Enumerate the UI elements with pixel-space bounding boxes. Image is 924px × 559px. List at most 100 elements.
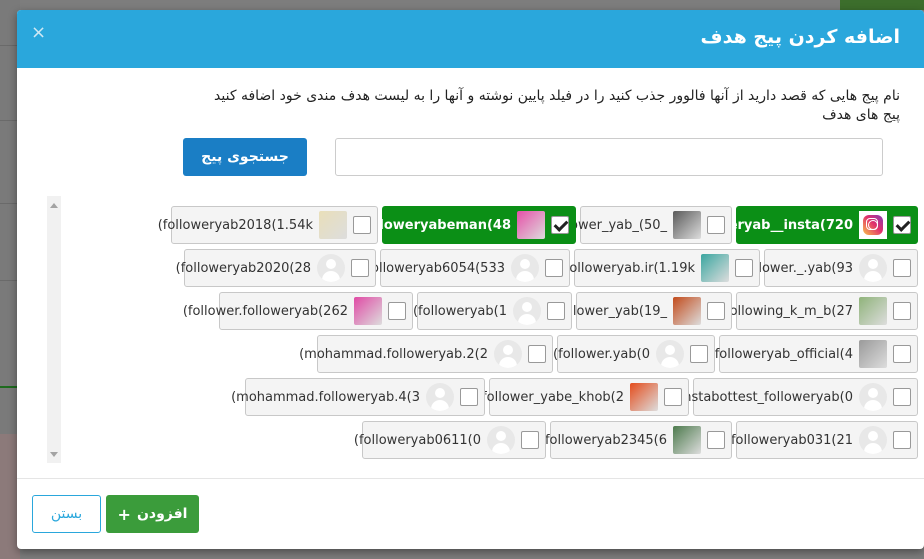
page-row: (followeryab031(21 (followeryab2345(6 (fol… <box>85 421 918 461</box>
page-checkbox[interactable] <box>735 259 753 277</box>
page-checkbox[interactable] <box>547 302 565 320</box>
avatar-placeholder-icon <box>426 383 454 411</box>
page-checkbox[interactable] <box>351 259 369 277</box>
scroll-down-arrow-icon[interactable] <box>50 452 58 457</box>
page-checkbox[interactable] <box>893 216 911 234</box>
page-name-label: (followeryab_official(4 <box>709 346 853 362</box>
page-checkbox[interactable] <box>353 216 371 234</box>
close-button[interactable]: بستن <box>32 495 101 533</box>
avatar-placeholder-icon <box>494 340 522 368</box>
avatar-placeholder-icon <box>656 340 684 368</box>
modal-title: اضافه کردن پیج هدف <box>700 26 900 48</box>
target-page-item[interactable]: (followeryab2345(6 <box>540 421 732 459</box>
avatar-placeholder-icon <box>859 426 887 454</box>
profile-image <box>517 211 545 239</box>
target-pages-list: (followeryab__insta(720 (follower_yab_(50… <box>47 196 918 464</box>
target-page-item[interactable]: (mohammad.followeryab.2(2 <box>299 335 553 373</box>
plus-icon: + <box>117 504 131 524</box>
profile-image <box>859 297 887 325</box>
page-checkbox[interactable] <box>707 216 725 234</box>
page-checkbox[interactable] <box>545 259 563 277</box>
scroll-up-arrow-icon[interactable] <box>50 203 58 208</box>
target-page-item[interactable]: (followeryab0611(0 <box>354 421 546 459</box>
target-page-item[interactable]: (follower.yab(0 <box>553 335 715 373</box>
page-search-input[interactable] <box>335 138 883 176</box>
avatar-placeholder-icon <box>859 254 887 282</box>
page-checkbox[interactable] <box>893 431 911 449</box>
search-page-button[interactable]: جستجوی پیج <box>183 138 307 176</box>
page-name-label: (follower.followeryab(262 <box>182 303 348 319</box>
page-checkbox[interactable] <box>707 431 725 449</box>
page-row: (followeryab_official(4 (follower.yab(0 (m… <box>85 335 918 375</box>
profile-image <box>354 297 382 325</box>
profile-image <box>673 426 701 454</box>
page-name-label: (followeryab2020(28 <box>175 260 311 276</box>
page-name-label: (followeryab0611(0 <box>353 432 481 448</box>
page-checkbox[interactable] <box>521 431 539 449</box>
target-page-item[interactable]: (mohammad.followeryab.4(3 <box>231 378 485 416</box>
profile-image <box>319 211 347 239</box>
target-page-item[interactable]: (follower_yabe_khob(2 <box>477 378 689 416</box>
target-page-item[interactable]: (follower_yab_(50_ <box>545 206 732 244</box>
add-target-page-modal: اضافه کردن پیج هدف × نام پیج هایی که قصد… <box>17 10 924 549</box>
page-row: (followeryab__insta(720 (follower_yab_(50… <box>85 206 918 246</box>
page-checkbox[interactable] <box>893 388 911 406</box>
target-page-item[interactable]: (follower_yab(19_ <box>552 292 732 330</box>
target-page-item[interactable]: (follower.followeryab(262 <box>183 292 413 330</box>
profile-image <box>859 340 887 368</box>
target-page-item[interactable]: (followeryab(1 <box>413 292 572 330</box>
page-name-label: (follower_yabe_khob(2 <box>477 389 624 405</box>
page-name-label: (mohammad.followeryab.4(3 <box>231 389 420 405</box>
profile-image <box>630 383 658 411</box>
page-row: (following_k_m_b(27 (follower_yab(19_ (fol… <box>85 292 918 332</box>
page-name-label: (following_k_m_b(27 <box>719 303 853 319</box>
target-page-item[interactable]: (followeryab_official(4 <box>710 335 918 373</box>
page-name-label: (followeryab2018(1.54k <box>157 217 313 233</box>
page-name-label: (followeryab2345(6 <box>539 432 667 448</box>
page-row: (follower._.yab(93 (followeryab.ir(1.19k (… <box>85 249 918 289</box>
close-icon[interactable]: × <box>31 22 46 43</box>
profile-image <box>701 254 729 282</box>
page-checkbox[interactable] <box>460 388 478 406</box>
target-page-item[interactable]: (follower._.yab(93 <box>737 249 918 287</box>
page-name-label: (followeryab031(21 <box>725 432 853 448</box>
avatar-placeholder-icon <box>513 297 541 325</box>
profile-image <box>673 211 701 239</box>
page-name-label: (instabottest_followeryab(0 <box>674 389 853 405</box>
instagram-logo-icon <box>859 211 887 239</box>
page-name-label: (followeryab6054(533 <box>361 260 505 276</box>
page-name-label: (followeryab.ir(1.19k <box>559 260 695 276</box>
avatar-placeholder-icon <box>317 254 345 282</box>
target-page-item[interactable]: (followeryab__insta(720 <box>678 206 918 244</box>
target-page-item[interactable]: (followeryab6054(533 <box>361 249 570 287</box>
target-page-item[interactable]: (instabottest_followeryab(0 <box>675 378 918 416</box>
add-button-label: افزودن <box>136 506 188 522</box>
list-scrollbar[interactable] <box>47 196 61 463</box>
targets-label: پیج های هدف <box>822 107 900 123</box>
instruction-text: نام پیج هایی که قصد دارید از آنها فالوور… <box>214 88 900 104</box>
page-checkbox[interactable] <box>893 345 911 363</box>
target-page-item[interactable]: (followeryab.ir(1.19k <box>560 249 760 287</box>
avatar-placeholder-icon <box>511 254 539 282</box>
page-checkbox[interactable] <box>707 302 725 320</box>
page-checkbox[interactable] <box>893 302 911 320</box>
page-checkbox[interactable] <box>528 345 546 363</box>
page-checkbox[interactable] <box>664 388 682 406</box>
page-checkbox[interactable] <box>893 259 911 277</box>
profile-image <box>673 297 701 325</box>
page-checkbox[interactable] <box>551 216 569 234</box>
avatar-placeholder-icon <box>859 383 887 411</box>
page-row: (instabottest_followeryab(0 (follower_yab… <box>85 378 918 418</box>
target-page-item[interactable]: (followeryabeman(48 <box>354 206 576 244</box>
page-name-label: (followeryab(1 <box>412 303 507 319</box>
page-checkbox[interactable] <box>690 345 708 363</box>
page-name-label: (mohammad.followeryab.2(2 <box>299 346 488 362</box>
page-name-label: (follower.yab(0 <box>553 346 650 362</box>
target-page-item[interactable]: (followeryab2018(1.54k <box>158 206 378 244</box>
target-page-item[interactable]: (followeryab031(21 <box>726 421 918 459</box>
add-button[interactable]: افزودن + <box>106 495 199 533</box>
target-page-item[interactable]: (following_k_m_b(27 <box>720 292 918 330</box>
target-page-item[interactable]: (followeryab2020(28 <box>176 249 376 287</box>
modal-footer: افزودن + بستن <box>17 478 924 549</box>
page-checkbox[interactable] <box>388 302 406 320</box>
